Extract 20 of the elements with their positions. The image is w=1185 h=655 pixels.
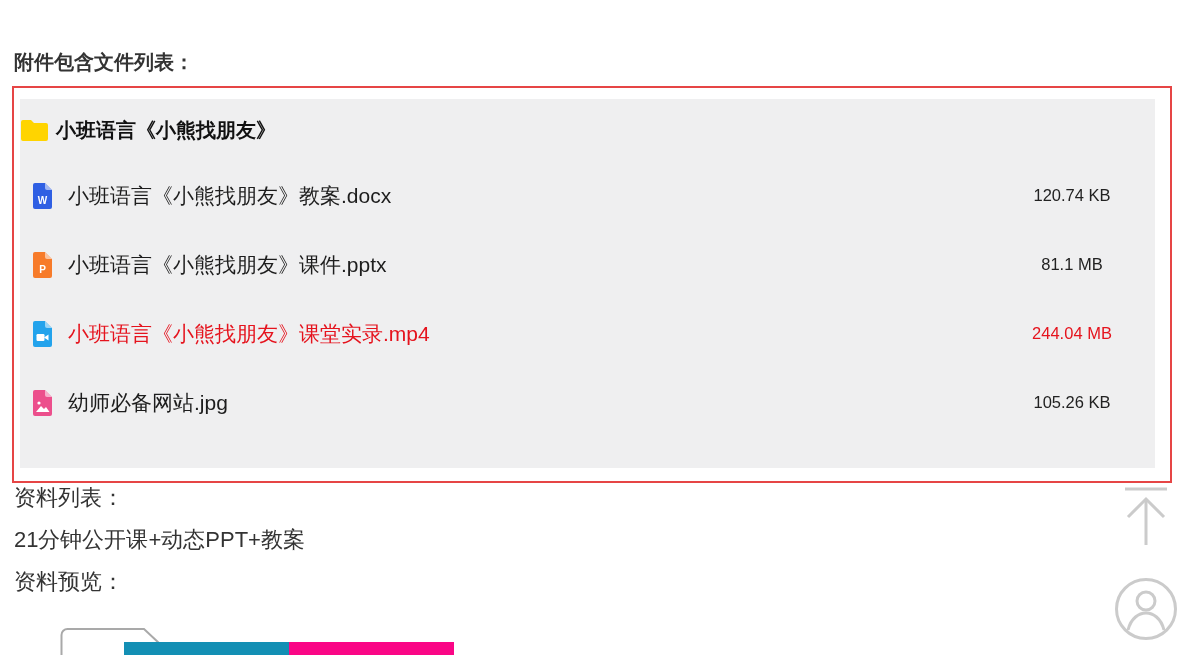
file-size: 120.74 KB (1032, 186, 1112, 205)
user-profile-icon[interactable] (1115, 578, 1177, 640)
file-size: 81.1 MB (1040, 255, 1104, 274)
preview-label: 资料预览： (13, 569, 124, 595)
video-camera-icon (33, 320, 52, 347)
file-link[interactable]: 幼师必备网站.jpg (68, 388, 228, 417)
slides-p-icon: P (33, 251, 52, 278)
image-icon (33, 389, 52, 416)
file-link[interactable]: 小班语言《小熊找朋友》课堂实录.mp4 (68, 319, 430, 348)
folder-icon (21, 119, 48, 141)
file-link[interactable]: 小班语言《小熊找朋友》课件.pptx (68, 250, 387, 279)
back-to-top-icon[interactable] (1125, 487, 1167, 545)
folder-name: 小班语言《小熊找朋友》 (56, 117, 276, 143)
material-list-content: 21分钟公开课+动态PPT+教案 (13, 527, 305, 553)
file-size: 105.26 KB (1032, 393, 1112, 412)
document-w-icon: W (33, 182, 52, 209)
material-list-label: 资料列表： (13, 485, 124, 511)
file-link[interactable]: 小班语言《小熊找朋友》教案.docx (68, 181, 392, 210)
section-heading: 附件包含文件列表： (13, 50, 194, 75)
file-size: 244.04 MB (1031, 324, 1113, 343)
